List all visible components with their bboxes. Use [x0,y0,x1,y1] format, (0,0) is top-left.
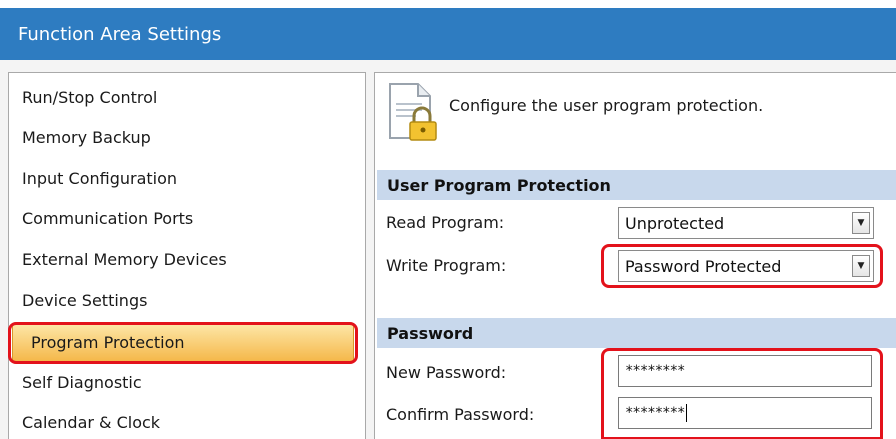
section-title: User Program Protection [387,175,611,195]
text-caret [686,404,688,422]
sidebar-item-input-configuration[interactable]: Input Configuration [4,159,350,197]
confirm-password-value: ******** [625,405,685,421]
section-title: Password [387,323,474,343]
window-title-bar: Function Area Settings [0,8,896,60]
sidebar-item-device-settings[interactable]: Device Settings [4,281,350,319]
window-title: Function Area Settings [18,23,222,45]
sidebar-item-label: Calendar & Clock [22,412,161,432]
sidebar-item-label: Input Configuration [22,168,178,188]
new-password-value: ******** [625,363,685,379]
read-program-value: Unprotected [625,213,725,233]
confirm-password-label: Confirm Password: [386,405,535,424]
new-password-label: New Password: [386,363,507,382]
write-program-label: Write Program: [386,256,507,275]
sidebar-item-self-diagnostic[interactable]: Self Diagnostic [4,363,350,401]
sidebar-item-label: Program Protection [31,333,185,352]
new-password-field[interactable]: ******** [618,355,872,387]
sidebar-item-label: Self Diagnostic [22,372,142,392]
sidebar-item-label: External Memory Devices [22,249,227,269]
sidebar-item-calendar-clock[interactable]: Calendar & Clock [4,403,350,439]
read-program-dropdown[interactable]: Unprotected ▼ [618,207,874,239]
section-header-user-program-protection: User Program Protection [377,170,896,200]
confirm-password-field[interactable]: ******** [618,397,872,429]
sidebar-item-memory-backup[interactable]: Memory Backup [4,118,350,156]
chevron-down-icon[interactable]: ▼ [852,255,870,277]
document-lock-icon [389,83,437,141]
sidebar-item-communication-ports[interactable]: Communication Ports [4,199,350,237]
sidebar-item-label: Communication Ports [22,208,194,228]
section-header-password: Password [377,318,896,348]
write-program-value: Password Protected [625,256,782,276]
sidebar-item-label: Run/Stop Control [22,87,158,107]
read-program-label: Read Program: [386,213,505,232]
sidebar-item-label: Memory Backup [22,127,151,147]
sidebar-item-run-stop-control[interactable]: Run/Stop Control [4,78,350,116]
write-program-dropdown[interactable]: Password Protected ▼ [618,250,874,282]
chevron-down-icon[interactable]: ▼ [852,212,870,234]
sidebar-item-program-protection[interactable]: Program Protection [12,323,354,362]
sidebar-item-label: Device Settings [22,290,148,310]
panel-description: Configure the user program protection. [449,96,764,115]
sidebar-item-external-memory-devices[interactable]: External Memory Devices [4,240,350,278]
